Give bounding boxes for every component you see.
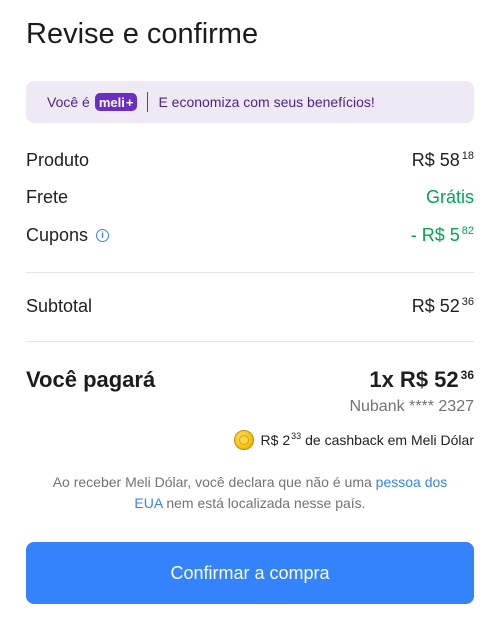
cashback-cents: 33 [291, 431, 302, 441]
meli-plus-banner: Você é meli + E economiza com seus benefí… [26, 81, 474, 123]
total-cents: 36 [460, 368, 474, 382]
total-label: Você pagará [26, 367, 156, 392]
produto-amount: R$ 58 [411, 150, 460, 170]
cashback-info: R$ 2 33 de cashback em Meli Dólar [233, 430, 474, 450]
subtotal-cents: 36 [461, 296, 474, 308]
produto-row: Produto R$ 58 18 [26, 150, 474, 171]
banner-prefix: Você é [47, 94, 90, 110]
cupons-label-group: Cupons i [26, 225, 110, 246]
meli-plus-logo: meli + [94, 93, 138, 111]
disclaimer-text-end: nem está localizada nesse país. [166, 495, 366, 511]
frete-label: Frete [26, 187, 69, 207]
produto-cents: 18 [461, 150, 474, 162]
cupons-amount: - R$ 5 [410, 225, 460, 245]
subtotal-label: Subtotal [26, 296, 93, 316]
meli-dolar-disclaimer: Ao receber Meli Dólar, você declara que … [40, 472, 460, 514]
cashback-text: de cashback em Meli Dólar [305, 432, 474, 448]
cupons-label: Cupons [26, 225, 89, 245]
meli-logo-text: meli [98, 94, 125, 110]
subtotal-row: Subtotal R$ 52 36 [26, 296, 474, 317]
total-row: Você pagará 1x R$ 52 36 [26, 367, 474, 393]
divider [26, 272, 474, 273]
total-amount: 1x R$ 52 [369, 367, 459, 392]
cupons-cents: 82 [461, 225, 474, 237]
cashback-amount: R$ 2 [260, 432, 291, 448]
payment-method: Nubank **** 2327 [349, 398, 474, 415]
disclaimer-text: Ao receber Meli Dólar, você declara que … [52, 474, 372, 490]
banner-divider [147, 92, 149, 112]
info-icon[interactable]: i [96, 229, 110, 242]
confirm-purchase-button[interactable]: Confirmar a compra [26, 542, 474, 604]
subtotal-amount: R$ 52 [411, 296, 460, 316]
banner-message: E economiza com seus benefícios! [158, 94, 375, 110]
produto-label: Produto [26, 150, 90, 170]
divider [26, 341, 474, 342]
frete-value: Grátis [425, 187, 474, 207]
total-price: 1x R$ 52 36 [369, 367, 474, 393]
cupons-price: - R$ 5 82 [411, 225, 474, 246]
cupons-row: Cupons i - R$ 5 82 [26, 225, 474, 246]
meli-logo-plus: + [125, 94, 134, 110]
subtotal-price: R$ 52 36 [412, 296, 474, 317]
produto-price: R$ 58 18 [412, 150, 474, 171]
meli-dolar-coin-icon [233, 430, 254, 450]
page-title: Revise e confirme [26, 18, 259, 50]
frete-row: Frete Grátis [26, 187, 474, 208]
